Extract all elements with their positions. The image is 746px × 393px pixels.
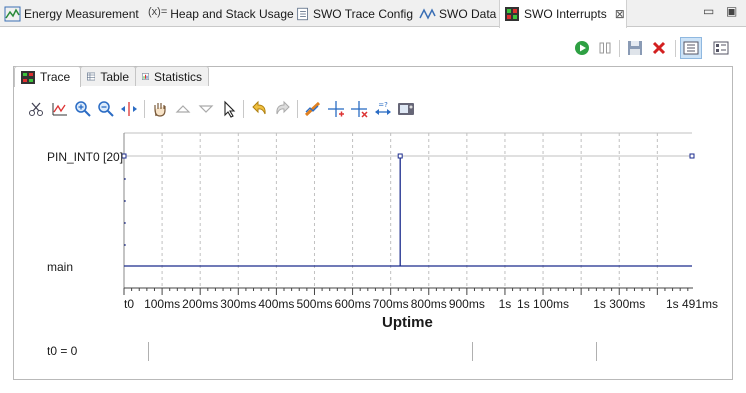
t0-label: t0 = 0 xyxy=(47,344,78,358)
trace-event-marker xyxy=(689,153,695,159)
x-tick-label: 500ms xyxy=(296,297,332,311)
x-tick-label: t0 xyxy=(124,297,134,311)
x-tick-label: 800ms xyxy=(411,297,447,311)
x-tick-label: 1s xyxy=(499,297,512,311)
footer-divider xyxy=(472,342,473,361)
trace-chart[interactable]: t0 100ms 200ms 300ms 400ms 500ms 600ms 700ms 800… xyxy=(0,0,746,393)
x-tick-label: 600ms xyxy=(335,297,371,311)
x-tick-label: 400ms xyxy=(258,297,294,311)
x-tick-label: 300ms xyxy=(220,297,256,311)
x-axis-title: Uptime xyxy=(382,314,433,331)
x-tick-label: 100ms xyxy=(144,297,180,311)
footer-divider xyxy=(596,342,597,361)
x-tick-label: 1s 100ms xyxy=(517,297,569,311)
x-tick-label: 1s 491ms xyxy=(666,297,718,311)
trace-event-marker xyxy=(397,153,403,159)
x-tick-label: 200ms xyxy=(182,297,218,311)
footer-divider xyxy=(148,342,149,361)
x-tick-label: 900ms xyxy=(449,297,485,311)
y-label-main: main xyxy=(47,260,74,274)
x-tick-label: 1s 300ms xyxy=(593,297,645,311)
x-tick-label: 700ms xyxy=(373,297,409,311)
y-label-pin-int0: PIN_INT0 [20] xyxy=(47,150,124,164)
